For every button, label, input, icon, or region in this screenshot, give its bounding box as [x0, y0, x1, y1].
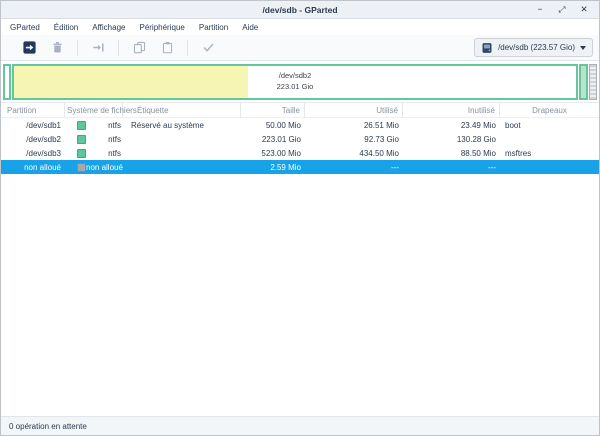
toolbar: /dev/sdb (223.57 Gio)	[1, 35, 599, 61]
partition-label: Réservé au système	[123, 121, 241, 130]
disk-segment-name: /dev/sdb2	[14, 71, 576, 82]
header-size[interactable]: Taille	[241, 103, 305, 117]
menu-gparted[interactable]: GParted	[3, 21, 47, 34]
window-controls: − ⤢ ✕	[535, 5, 599, 14]
device-selector-label: /dev/sdb (223.57 Gio)	[498, 43, 575, 52]
disk-segment-label: /dev/sdb2 223.01 Gio	[14, 71, 576, 93]
fs-name: non alloué	[86, 163, 123, 172]
header-used[interactable]: Utilisé	[305, 103, 403, 117]
used-value: 92.73 Gio	[305, 135, 403, 144]
filesystem-cell: non alloué	[65, 163, 123, 172]
size-value: 223.01 Gio	[241, 135, 305, 144]
header-partition[interactable]: Partition	[1, 103, 65, 117]
used-value: 26.51 Mio	[305, 121, 403, 130]
disk-segment-sdb1[interactable]	[3, 64, 11, 100]
apply-operations-button[interactable]	[194, 37, 222, 59]
resize-move-button[interactable]	[84, 37, 112, 59]
table-row-unallocated[interactable]: non alloué non alloué 2.59 Mio --- ---	[1, 160, 599, 174]
fs-name: ntfs	[108, 121, 121, 130]
flags-value: msftres	[500, 149, 599, 158]
filesystem-cell: ntfs	[65, 135, 123, 144]
table-row-sdb2[interactable]: /dev/sdb2 ntfs 223.01 Gio 92.73 Gio 130.…	[1, 132, 599, 146]
paste-icon	[161, 41, 174, 54]
used-value: ---	[305, 163, 403, 172]
fs-color-swatch	[77, 135, 86, 144]
size-value: 50.00 Mio	[241, 121, 305, 130]
statusbar: 0 opération en attente	[1, 416, 599, 435]
partition-name: /dev/sdb1	[1, 121, 65, 130]
flags-value: boot	[500, 121, 599, 130]
disk-segment-size: 223.01 Gio	[14, 82, 576, 93]
menu-affichage[interactable]: Affichage	[85, 21, 132, 34]
fs-name: ntfs	[108, 135, 121, 144]
table-row-sdb1[interactable]: /dev/sdb1 ntfs Réservé au système 50.00 …	[1, 118, 599, 132]
chevron-down-icon	[580, 46, 586, 50]
filesystem-cell: ntfs	[65, 121, 123, 130]
disk-drive-icon	[481, 42, 493, 54]
close-icon[interactable]: ✕	[579, 5, 589, 14]
header-unused[interactable]: Inutilisé	[403, 103, 500, 117]
fs-color-swatch	[77, 121, 86, 130]
trash-icon	[51, 41, 64, 54]
table-row-sdb3[interactable]: /dev/sdb3 ntfs 523.00 Mio 434.50 Mio 88.…	[1, 146, 599, 160]
menu-edition[interactable]: Édition	[47, 21, 85, 34]
toolbar-separator	[187, 40, 188, 56]
fs-color-swatch	[77, 149, 86, 158]
fs-color-swatch	[77, 163, 86, 172]
header-label[interactable]: Étiquette	[123, 103, 241, 117]
pending-operations-text: 0 opération en attente	[9, 422, 87, 431]
size-value: 2.59 Mio	[241, 163, 305, 172]
partition-name: non alloué	[1, 163, 65, 172]
partition-name: /dev/sdb3	[1, 149, 65, 158]
header-filesystem[interactable]: Système de fichiers	[65, 103, 123, 117]
checkmark-icon	[202, 41, 215, 54]
menu-aide[interactable]: Aide	[235, 21, 265, 34]
size-value: 523.00 Mio	[241, 149, 305, 158]
empty-area	[1, 174, 599, 416]
delete-partition-button[interactable]	[43, 37, 71, 59]
menubar: GParted Édition Affichage Périphérique P…	[1, 19, 599, 35]
header-flags[interactable]: Drapeaux	[500, 103, 599, 117]
unused-value: ---	[403, 163, 500, 172]
partition-name: /dev/sdb2	[1, 135, 65, 144]
unused-value: 130.28 Gio	[403, 135, 500, 144]
new-partition-icon	[23, 41, 36, 54]
copy-button[interactable]	[125, 37, 153, 59]
partition-table: Partition Système de fichiers Étiquette …	[1, 103, 599, 174]
gparted-window: /dev/sdb - GParted − ⤢ ✕ GParted Édition…	[0, 0, 600, 436]
fs-name: ntfs	[108, 149, 121, 158]
toolbar-separator	[77, 40, 78, 56]
menu-partition[interactable]: Partition	[192, 21, 235, 34]
filesystem-cell: ntfs	[65, 149, 123, 158]
resize-move-icon	[92, 41, 105, 54]
disk-visual-bar: /dev/sdb2 223.01 Gio	[1, 61, 599, 103]
disk-segment-unallocated[interactable]	[589, 64, 597, 100]
toolbar-separator	[118, 40, 119, 56]
table-header-row: Partition Système de fichiers Étiquette …	[1, 103, 599, 118]
used-value: 434.50 Mio	[305, 149, 403, 158]
menu-peripherique[interactable]: Périphérique	[132, 21, 191, 34]
paste-button[interactable]	[153, 37, 181, 59]
restore-icon[interactable]: ⤢	[557, 5, 567, 14]
copy-icon	[133, 41, 146, 54]
unused-value: 88.50 Mio	[403, 149, 500, 158]
unused-value: 23.49 Mio	[403, 121, 500, 130]
window-title: /dev/sdb - GParted	[1, 5, 599, 15]
new-partition-button[interactable]	[15, 37, 43, 59]
device-selector-dropdown[interactable]: /dev/sdb (223.57 Gio)	[474, 38, 593, 57]
disk-segment-sdb3[interactable]	[579, 64, 588, 100]
titlebar: /dev/sdb - GParted − ⤢ ✕	[1, 1, 599, 19]
disk-segment-sdb2[interactable]: /dev/sdb2 223.01 Gio	[12, 64, 578, 100]
minimize-icon[interactable]: −	[535, 5, 545, 14]
